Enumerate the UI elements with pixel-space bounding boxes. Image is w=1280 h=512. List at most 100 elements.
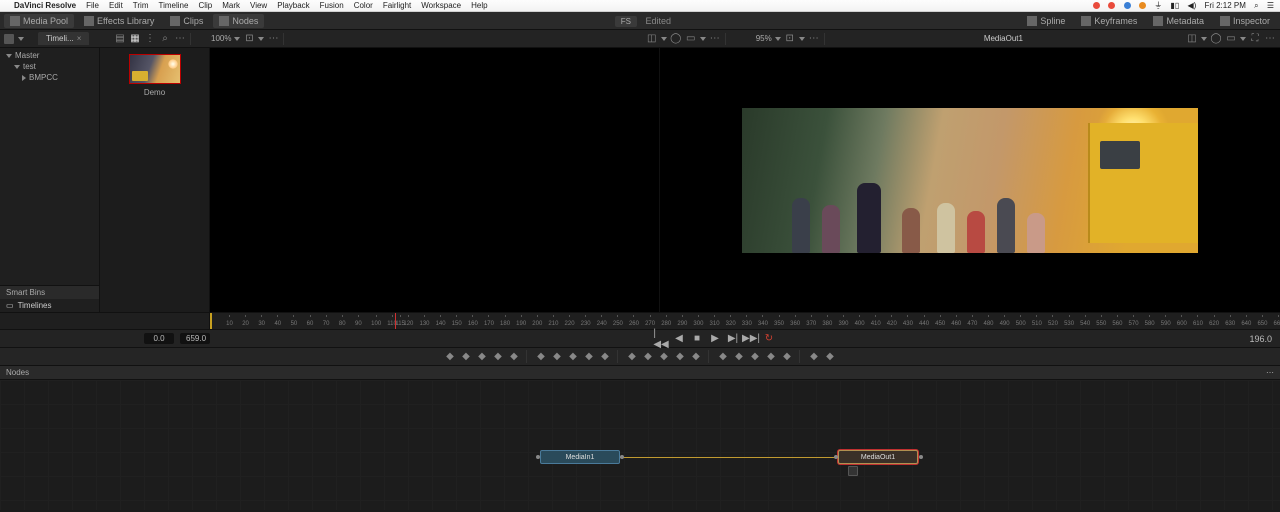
tool-mask-icon[interactable]: ◆ xyxy=(492,350,505,363)
rview-opts-icon[interactable]: ⋯ xyxy=(1264,33,1276,45)
bin-bmpcc[interactable]: BMPCC xyxy=(4,72,95,83)
rview-a-icon[interactable]: ◯ xyxy=(1210,33,1222,45)
search-icon[interactable]: ⌕ xyxy=(159,33,171,45)
mac-menu-color[interactable]: Color xyxy=(354,1,373,10)
effects-button[interactable]: Effects Library xyxy=(78,14,160,28)
status-dot-icon[interactable] xyxy=(1108,2,1115,9)
left-viewer-zoom[interactable]: 100% xyxy=(211,34,231,43)
spline-button[interactable]: Spline xyxy=(1021,14,1071,28)
left-viewer[interactable] xyxy=(210,48,660,312)
play-button[interactable]: ▶ xyxy=(709,333,721,345)
bin-tab[interactable]: Timeli... × xyxy=(38,32,89,45)
keyframes-button[interactable]: Keyframes xyxy=(1075,14,1143,28)
tool-lens-icon[interactable]: ◆ xyxy=(781,350,794,363)
node-input-port[interactable] xyxy=(536,455,540,459)
options-icon[interactable]: ⋯ xyxy=(174,33,186,45)
wifi-icon[interactable]: ⏚ xyxy=(1154,0,1162,11)
tool-matte-icon[interactable]: ◆ xyxy=(765,350,778,363)
tool-3d-icon[interactable]: ◆ xyxy=(690,350,703,363)
fit-icon[interactable]: ⊡ xyxy=(243,33,255,45)
bin-test[interactable]: test xyxy=(4,61,95,72)
view-opts-icon[interactable]: ⋯ xyxy=(709,33,721,45)
viewer-opts-icon[interactable]: ⋯ xyxy=(267,33,279,45)
view-list-icon[interactable]: ▤ xyxy=(114,33,126,45)
stop-button[interactable]: ■ xyxy=(691,333,703,345)
current-frame[interactable]: 196.0 xyxy=(1249,334,1272,344)
battery-icon[interactable]: ▮▯ xyxy=(1170,1,1179,10)
go-start-button[interactable]: |◀◀ xyxy=(655,333,667,345)
playhead[interactable] xyxy=(395,313,396,329)
clips-button[interactable]: Clips xyxy=(164,14,209,28)
go-end-button[interactable]: ▶▶| xyxy=(745,333,757,345)
view-grid-icon[interactable]: ▦ xyxy=(129,33,141,45)
smart-bin-timelines[interactable]: ▭ Timelines xyxy=(0,299,99,312)
panel-layout-menu-icon[interactable] xyxy=(18,37,24,41)
mac-app-name[interactable]: DaVinci Resolve xyxy=(14,1,76,10)
mac-menu-timeline[interactable]: Timeline xyxy=(159,1,189,10)
right-viewer-zoom[interactable]: 95% xyxy=(756,34,772,43)
metadata-button[interactable]: Metadata xyxy=(1147,14,1210,28)
rsplit-menu-icon[interactable] xyxy=(1201,37,1207,41)
nodes-panel-options-icon[interactable]: ⋯ xyxy=(1266,368,1274,377)
in-timecode[interactable]: 0.0 xyxy=(144,333,174,344)
nodes-button[interactable]: Nodes xyxy=(213,14,264,28)
tool-xf-icon[interactable]: ◆ xyxy=(626,350,639,363)
mac-menu-fusion[interactable]: Fusion xyxy=(320,1,344,10)
tool-color-icon[interactable]: ◆ xyxy=(599,350,612,363)
r-expand-icon[interactable]: ⛶ xyxy=(1249,33,1261,45)
fit-menu-icon[interactable] xyxy=(258,37,264,41)
rzoom-menu-icon[interactable] xyxy=(775,37,781,41)
status-dot-app-icon[interactable] xyxy=(1139,2,1146,9)
status-dot-cloud-icon[interactable] xyxy=(1124,2,1131,9)
panel-layout-icon[interactable] xyxy=(4,34,14,44)
mac-menu-mark[interactable]: Mark xyxy=(222,1,240,10)
tool-keyer-icon[interactable]: ◆ xyxy=(749,350,762,363)
volume-icon[interactable]: ◀) xyxy=(1187,1,1196,10)
rfit-menu-icon[interactable] xyxy=(799,37,805,41)
mac-menu-view[interactable]: View xyxy=(250,1,267,10)
mac-menu-playback[interactable]: Playback xyxy=(277,1,309,10)
tool-glow-icon[interactable]: ◆ xyxy=(824,350,837,363)
rsplit-icon[interactable]: ◫ xyxy=(1186,33,1198,45)
status-dot-record-icon[interactable] xyxy=(1093,2,1100,9)
tool-cam-icon[interactable]: ◆ xyxy=(674,350,687,363)
node-viewer-assign-icon[interactable] xyxy=(848,466,858,476)
close-icon[interactable]: × xyxy=(77,34,82,43)
tool-film-icon[interactable]: ◆ xyxy=(808,350,821,363)
view-a-icon[interactable]: ◯ xyxy=(670,33,682,45)
view-b-menu-icon[interactable] xyxy=(700,37,706,41)
tool-bg-icon[interactable]: ◆ xyxy=(444,350,457,363)
view-b-icon[interactable]: ▭ xyxy=(685,33,697,45)
node-out-input-port[interactable] xyxy=(834,455,838,459)
mac-menu-help[interactable]: Help xyxy=(471,1,487,10)
node-out-output-port[interactable] xyxy=(919,455,923,459)
tool-part-icon[interactable]: ◆ xyxy=(733,350,746,363)
time-ruler[interactable]: 1020304050607080901001101151201301401501… xyxy=(210,313,1280,329)
inspector-button[interactable]: Inspector xyxy=(1214,14,1276,28)
out-timecode[interactable]: 659.0 xyxy=(180,333,210,344)
rview-b-menu-icon[interactable] xyxy=(1240,37,1246,41)
split-menu-icon[interactable] xyxy=(661,37,667,41)
tool-paint-icon[interactable]: ◆ xyxy=(508,350,521,363)
right-viewer[interactable] xyxy=(660,48,1280,312)
tool-brush-icon[interactable]: ◆ xyxy=(535,350,548,363)
mac-clock[interactable]: Fri 2:12 PM xyxy=(1205,1,1246,10)
tool-crop-icon[interactable]: ◆ xyxy=(642,350,655,363)
sort-icon[interactable]: ⋮ xyxy=(144,33,156,45)
step-back-button[interactable]: ◀ xyxy=(673,333,685,345)
in-point-marker[interactable] xyxy=(210,313,212,329)
loop-button[interactable]: ↻ xyxy=(763,333,775,345)
bin-master[interactable]: Master xyxy=(4,50,95,61)
rfit-icon[interactable]: ⊡ xyxy=(784,33,796,45)
mac-menu-workspace[interactable]: Workspace xyxy=(421,1,461,10)
tool-tracker-icon[interactable]: ◆ xyxy=(551,350,564,363)
step-fwd-button[interactable]: ▶| xyxy=(727,333,739,345)
node-output-port[interactable] xyxy=(620,455,624,459)
rviewer-opts-icon[interactable]: ⋯ xyxy=(808,33,820,45)
media-pool-button[interactable]: Media Pool xyxy=(4,14,74,28)
split-view-icon[interactable]: ◫ xyxy=(646,33,658,45)
tool-merge-icon[interactable]: ◆ xyxy=(460,350,473,363)
mac-menu-fairlight[interactable]: Fairlight xyxy=(383,1,411,10)
zoom-menu-icon[interactable] xyxy=(234,37,240,41)
mac-menu-file[interactable]: File xyxy=(86,1,99,10)
